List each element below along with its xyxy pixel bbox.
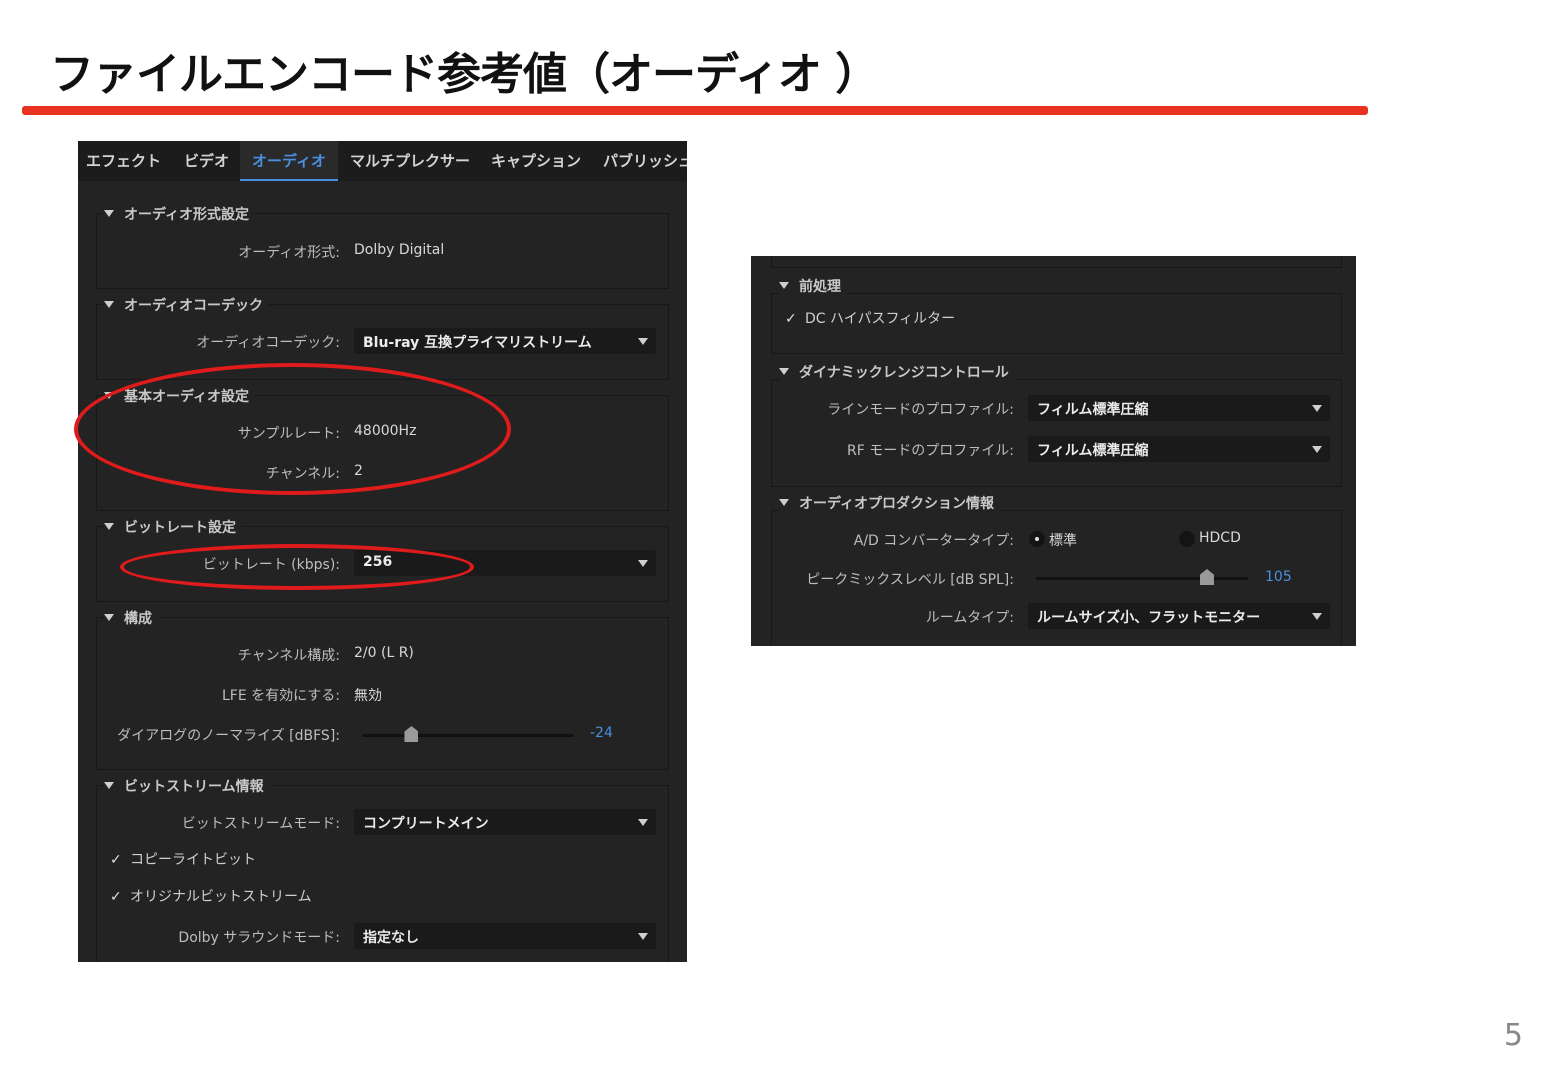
ad-hdcd-label: HDCD — [1199, 530, 1241, 546]
peak-mix-label: ピークミックスレベル [dB SPL]: — [806, 572, 1014, 588]
section-drc[interactable]: ダイナミックレンジコントロール — [779, 362, 1015, 382]
dc-highpass-checkbox[interactable]: ✓ DC ハイパスフィルター — [785, 308, 955, 328]
slide-title: ファイルエンコード参考値（オーディオ ） — [50, 49, 879, 100]
audio-format-label: オーディオ形式: — [238, 245, 340, 261]
bitrate-highlight — [120, 544, 474, 590]
section-audio-codec[interactable]: オーディオコーデック — [104, 295, 270, 315]
peak-mix-slider[interactable] — [1036, 577, 1248, 580]
tab-video[interactable]: ビデオ — [184, 141, 229, 181]
rf-mode-label: RF モードのプロファイル: — [847, 443, 1014, 459]
audio-codec-dropdown[interactable]: Blu-ray 互換プライマリストリーム — [354, 328, 656, 354]
collapse-triangle-icon — [104, 301, 114, 308]
audio-format-value: Dolby Digital — [354, 242, 445, 258]
configuration-group — [96, 617, 669, 770]
tab-audio[interactable]: オーディオ — [240, 141, 338, 181]
bitstream-mode-dropdown[interactable]: コンプリートメイン — [354, 809, 656, 835]
section-title: ダイナミックレンジコントロール — [799, 365, 1009, 381]
collapse-triangle-icon — [779, 282, 789, 289]
dialog-normalization-slider[interactable] — [362, 734, 574, 737]
rf-mode-value: フィルム標準圧縮 — [1037, 443, 1149, 459]
previous-group-edge — [771, 256, 1342, 268]
collapse-triangle-icon — [104, 782, 114, 789]
section-title: 前処理 — [799, 279, 841, 295]
checkmark-icon: ✓ — [785, 311, 797, 327]
copyright-bit-checkbox[interactable]: ✓ コピーライトビット — [110, 849, 256, 869]
audio-advanced-panel: 前処理 ✓ DC ハイパスフィルター ダイナミックレンジコントロール ラインモード… — [751, 256, 1356, 646]
section-title: ビットストリーム情報 — [124, 779, 264, 795]
collapse-triangle-icon — [104, 523, 114, 530]
title-underline — [22, 106, 1368, 115]
collapse-triangle-icon — [779, 368, 789, 375]
bitstream-mode-label: ビットストリームモード: — [181, 816, 340, 832]
dialog-normalization-label: ダイアログのノーマライズ [dBFS]: — [117, 728, 340, 744]
tab-publish[interactable]: パブリッシュ — [603, 141, 687, 181]
page-number: 5 — [1503, 1018, 1523, 1053]
checkmark-icon: ✓ — [110, 852, 122, 868]
section-bitstream[interactable]: ビットストリーム情報 — [104, 776, 270, 796]
room-type-dropdown[interactable]: ルームサイズ小、フラットモニター — [1028, 603, 1330, 629]
ad-standard-radio[interactable] — [1029, 531, 1045, 547]
chevron-down-icon — [1312, 613, 1322, 620]
chevron-down-icon — [638, 560, 648, 567]
line-mode-label: ラインモードのプロファイル: — [827, 402, 1014, 418]
tab-bar: エフェクト ビデオ オーディオ マルチプレクサー キャプション パブリッシュ — [78, 141, 687, 181]
collapse-triangle-icon — [104, 614, 114, 621]
section-title: 構成 — [124, 611, 152, 627]
section-production-info[interactable]: オーディオプロダクション情報 — [779, 493, 1001, 513]
tab-effects[interactable]: エフェクト — [86, 141, 161, 181]
ad-standard-label: 標準 — [1049, 533, 1077, 549]
audio-codec-value: Blu-ray 互換プライマリストリーム — [363, 335, 592, 351]
dialog-normalization-value[interactable]: -24 — [590, 725, 613, 741]
peak-mix-value[interactable]: 105 — [1265, 569, 1292, 585]
chevron-down-icon — [638, 933, 648, 940]
original-bitstream-checkbox[interactable]: ✓ オリジナルビットストリーム — [110, 886, 312, 906]
tab-multiplexer[interactable]: マルチプレクサー — [350, 141, 470, 181]
ad-hdcd-radio[interactable] — [1179, 531, 1195, 547]
section-preprocess[interactable]: 前処理 — [779, 276, 847, 296]
section-title: オーディオ形式設定 — [124, 207, 250, 223]
chevron-down-icon — [1312, 446, 1322, 453]
section-title: オーディオプロダクション情報 — [799, 496, 995, 512]
section-audio-format[interactable]: オーディオ形式設定 — [104, 204, 256, 224]
section-title: ビットレート設定 — [124, 520, 236, 536]
chevron-down-icon — [638, 338, 648, 345]
section-title: オーディオコーデック — [124, 298, 264, 314]
channel-config-value: 2/0 (L R) — [354, 645, 414, 661]
bitstream-mode-value: コンプリートメイン — [363, 816, 489, 832]
room-type-label: ルームタイプ: — [925, 610, 1014, 626]
ad-converter-label: A/D コンバータータイプ: — [853, 533, 1014, 549]
chevron-down-icon — [1312, 405, 1322, 412]
lfe-value: 無効 — [354, 688, 382, 704]
collapse-triangle-icon — [779, 499, 789, 506]
section-configuration[interactable]: 構成 — [104, 608, 158, 628]
audio-codec-label: オーディオコーデック: — [196, 335, 340, 351]
line-mode-value: フィルム標準圧縮 — [1037, 402, 1149, 418]
basic-audio-highlight — [74, 363, 511, 495]
tab-captions[interactable]: キャプション — [491, 141, 581, 181]
checkbox-label: オリジナルビットストリーム — [130, 889, 312, 905]
checkbox-label: DC ハイパスフィルター — [805, 311, 956, 327]
section-bitrate[interactable]: ビットレート設定 — [104, 517, 242, 537]
channel-config-label: チャンネル構成: — [237, 648, 340, 664]
dolby-surround-dropdown[interactable]: 指定なし — [354, 923, 656, 949]
line-mode-dropdown[interactable]: フィルム標準圧縮 — [1028, 395, 1330, 421]
lfe-label: LFE を有効にする: — [221, 688, 340, 704]
checkbox-label: コピーライトビット — [130, 852, 256, 868]
dolby-surround-label: Dolby サラウンドモード: — [178, 930, 340, 946]
checkmark-icon: ✓ — [110, 889, 122, 905]
room-type-value: ルームサイズ小、フラットモニター — [1037, 610, 1261, 626]
chevron-down-icon — [638, 819, 648, 826]
dolby-surround-value: 指定なし — [363, 930, 419, 946]
collapse-triangle-icon — [104, 210, 114, 217]
rf-mode-dropdown[interactable]: フィルム標準圧縮 — [1028, 436, 1330, 462]
